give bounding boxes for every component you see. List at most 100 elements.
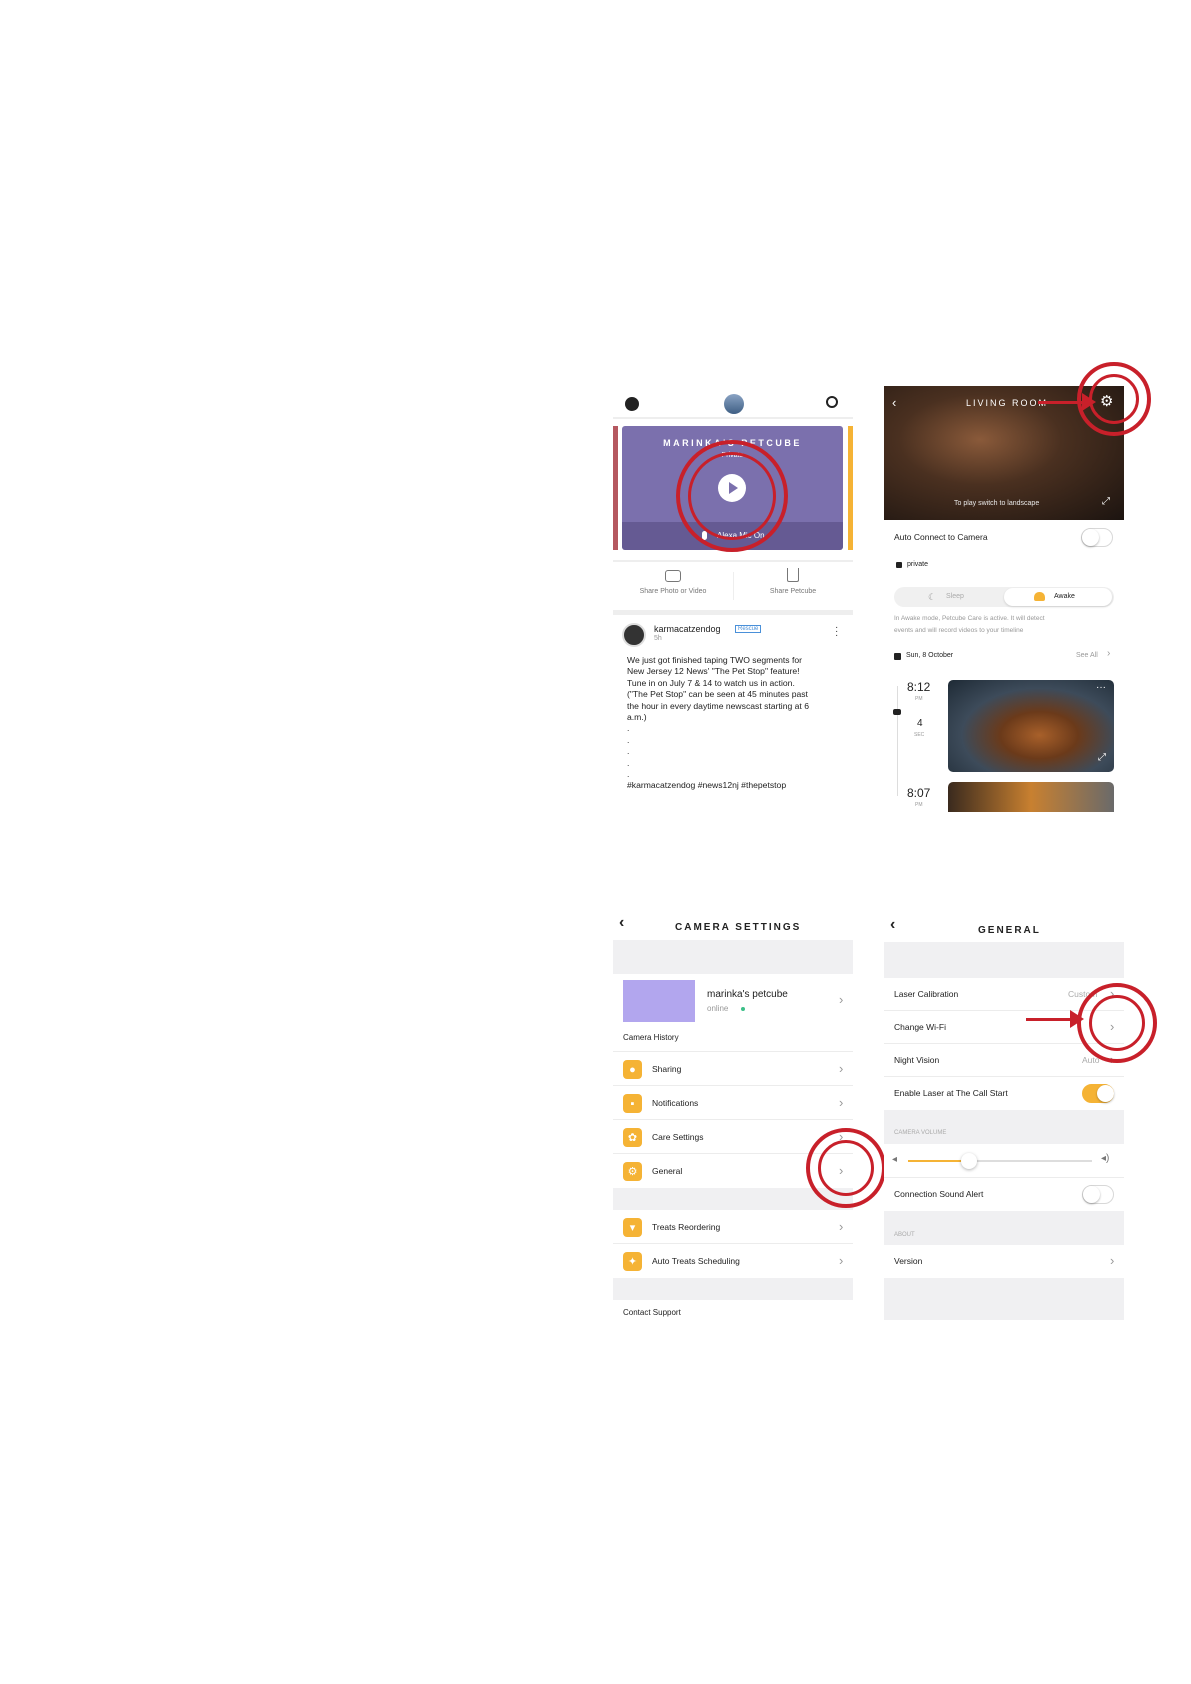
camera-row[interactable]: marinka's petcube online ›: [613, 974, 853, 1030]
status-bar: [613, 384, 853, 390]
post-dot: .: [627, 746, 630, 757]
about-header: ABOUT: [894, 1232, 915, 1238]
app-logo-icon[interactable]: [625, 397, 639, 411]
connection-alert-row: Connection Sound Alert: [884, 1178, 1124, 1211]
timeline-date: Sun, 8 October: [906, 652, 954, 659]
share-icon: [787, 568, 799, 582]
settings-item-label: Sharing: [652, 1064, 682, 1074]
post-dot: .: [627, 723, 630, 734]
settings-item-notifications[interactable]: ▪ Notifications ›: [613, 1086, 853, 1120]
mode-switch[interactable]: ☾ Sleep Awake: [894, 587, 1114, 607]
living-room-screen: ‹ LIVING ROOM ⚙ To play switch to landsc…: [884, 386, 1124, 812]
camera-icon: [665, 570, 681, 582]
lock-icon: [896, 562, 902, 568]
chevron-right-icon: ›: [839, 1095, 844, 1110]
section-gap: [884, 942, 1124, 978]
camera-status: online: [707, 1004, 729, 1013]
post-line: Tune in on July 7 & 14 to watch us in ac…: [627, 677, 795, 688]
event-duration-unit: SEC: [914, 732, 925, 738]
post-time: 5h: [654, 635, 662, 642]
online-dot: [741, 1007, 745, 1011]
page-title: GENERAL: [978, 925, 1041, 936]
cart-icon: ▾: [623, 1218, 642, 1237]
cat-icon: [893, 709, 901, 715]
volume-fill: [908, 1160, 969, 1162]
room-title: LIVING ROOM: [966, 398, 1049, 408]
section-gap: [884, 1278, 1124, 1320]
back-icon[interactable]: ‹: [619, 914, 624, 932]
share-divider: [613, 560, 853, 562]
general-screen: ‹ GENERAL Laser Calibration Custom › Cha…: [884, 912, 1124, 1320]
annotation-circle-gear: [1077, 362, 1151, 436]
back-icon[interactable]: ‹: [890, 916, 895, 934]
event-thumbnail[interactable]: ··· ⤢: [948, 680, 1114, 772]
post-line: a.m.): [627, 712, 647, 723]
row-label: Enable Laser at The Call Start: [894, 1088, 1008, 1098]
chevron-right-icon: ›: [1110, 1253, 1115, 1268]
row-label: Night Vision: [894, 1055, 940, 1065]
see-all-link[interactable]: See All: [1076, 652, 1098, 659]
settings-item-label: Notifications: [652, 1098, 699, 1108]
row-label: Laser Calibration: [894, 989, 959, 999]
event-ampm: PM: [915, 802, 923, 808]
post-dot: .: [627, 734, 630, 745]
page-title: CAMERA SETTINGS: [675, 922, 802, 933]
volume-high-icon: ◂): [1101, 1153, 1110, 1164]
settings-item-label: Care Settings: [652, 1132, 704, 1142]
gear-icon: ⚙: [623, 1162, 642, 1181]
carousel-left-card[interactable]: [613, 426, 618, 550]
more-icon[interactable]: ···: [1096, 682, 1106, 693]
camera-thumbnail: [623, 980, 695, 1022]
avatar[interactable]: [724, 394, 744, 414]
camera-history-link[interactable]: Camera History: [623, 1033, 679, 1042]
settings-item-sharing[interactable]: ● Sharing ›: [613, 1052, 853, 1086]
sharing-icon: ●: [623, 1060, 642, 1079]
event-thumbnail[interactable]: [948, 782, 1114, 812]
volume-row: ◂ ◂): [884, 1144, 1124, 1178]
post-dot: .: [627, 769, 630, 780]
awake-label: Awake: [1054, 593, 1075, 600]
share-photo-label: Share Photo or Video: [639, 588, 707, 595]
enable-laser-toggle[interactable]: [1082, 1084, 1114, 1103]
chevron-right-icon: ›: [839, 1253, 844, 1268]
row-label: Version: [894, 1256, 923, 1266]
auto-connect-toggle[interactable]: [1081, 528, 1113, 547]
carousel-right-card[interactable]: [848, 426, 853, 550]
post-avatar[interactable]: [622, 623, 646, 647]
timeline-line: [897, 686, 898, 796]
event-duration: 4: [917, 718, 923, 729]
section-gap: [613, 1278, 853, 1300]
auto-connect-label: Auto Connect to Camera: [894, 532, 988, 542]
post-hashtags[interactable]: #karmacatzendog #news12nj #thepetstop: [627, 780, 847, 791]
back-icon[interactable]: ‹: [892, 395, 896, 410]
section-gap: [613, 610, 853, 615]
post-line: the hour in every daytime newscast start…: [627, 700, 809, 711]
row-label: Connection Sound Alert: [894, 1189, 984, 1199]
share-photo-button[interactable]: Share Photo or Video: [613, 568, 733, 604]
share-petcube-button[interactable]: Share Petcube: [733, 568, 853, 604]
more-icon[interactable]: ···: [835, 623, 838, 641]
volume-knob[interactable]: [960, 1153, 977, 1169]
settings-item-label: General: [652, 1166, 683, 1176]
volume-low-icon: ◂: [892, 1154, 898, 1165]
settings-item-label: Auto Treats Scheduling: [652, 1256, 740, 1266]
volume-slider[interactable]: [908, 1153, 1092, 1169]
search-icon[interactable]: [826, 396, 838, 408]
settings-item-treats-reordering[interactable]: ▾ Treats Reordering ›: [613, 1210, 853, 1244]
version-row[interactable]: Version ›: [884, 1245, 1124, 1278]
event-time: 8:12: [907, 680, 931, 694]
expand-icon[interactable]: ⤢: [1098, 752, 1106, 763]
connection-alert-toggle[interactable]: [1082, 1185, 1114, 1204]
expand-icon[interactable]: ⤢: [1102, 496, 1110, 507]
settings-item-label: Treats Reordering: [652, 1222, 721, 1232]
chevron-right-icon: ›: [839, 1061, 844, 1076]
awake-option[interactable]: Awake: [1004, 588, 1112, 606]
camera-settings-screen: ‹ CAMERA SETTINGS marinka's petcube onli…: [613, 910, 853, 1320]
settings-item-auto-treats[interactable]: ✦ Auto Treats Scheduling ›: [613, 1244, 853, 1278]
camera-name: marinka's petcube: [707, 989, 788, 1000]
post-dot: .: [627, 757, 630, 768]
post: karmacatzendog Rescue 5h · · · We just got…: [613, 618, 853, 812]
contact-support-link[interactable]: Contact Support: [623, 1308, 681, 1317]
sleep-option[interactable]: ☾ Sleep: [894, 587, 1004, 607]
post-author[interactable]: karmacatzendog: [654, 624, 721, 634]
